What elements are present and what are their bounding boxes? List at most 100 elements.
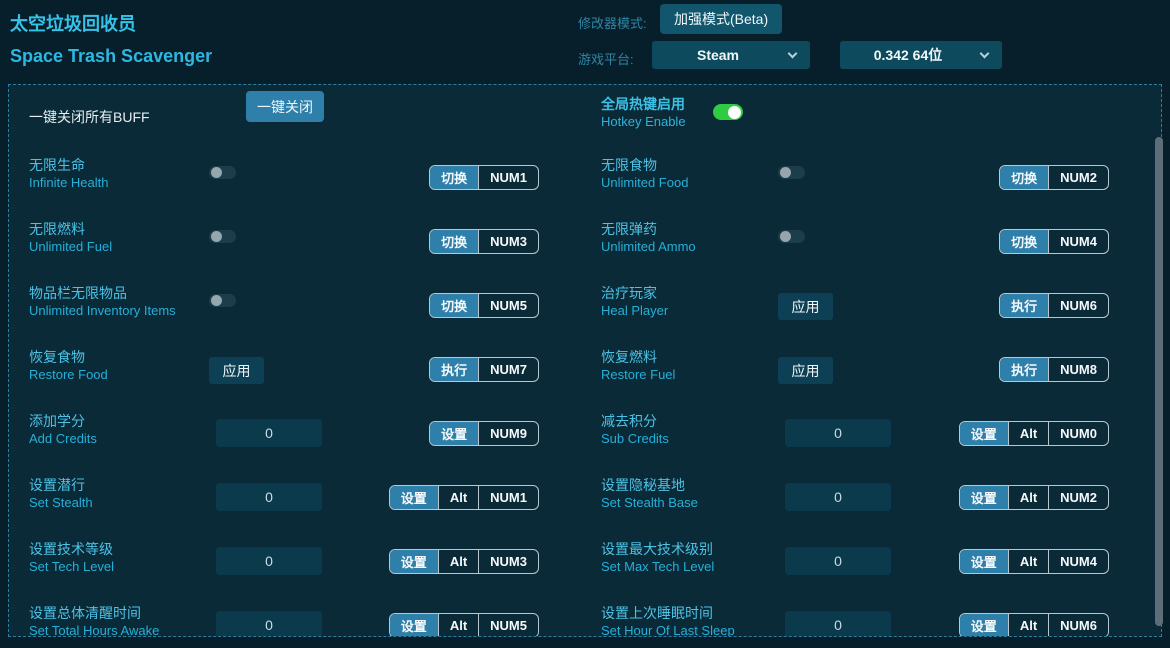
hotkey-action-segment[interactable]: 切换 — [1000, 230, 1048, 253]
hotkey-action-segment[interactable]: 设置 — [390, 614, 438, 637]
hotkey-action-segment[interactable]: 设置 — [960, 422, 1008, 445]
toggle-unlimited-food[interactable] — [778, 166, 805, 179]
feature-row-set-total-hours-awake: 设置总体清醒时间Set Total Hours Awake设置AltNUM5 — [9, 597, 585, 637]
input-add-credits[interactable] — [216, 419, 322, 447]
toggle-infinite-health[interactable] — [209, 166, 236, 179]
hotkey-infinite-health: 切换NUM1 — [429, 165, 539, 190]
hotkey-key-segment[interactable]: NUM6 — [1048, 294, 1108, 317]
hotkey-key-segment[interactable]: NUM4 — [1048, 550, 1108, 573]
game-platform-label: 游戏平台: — [578, 49, 634, 68]
toggle-unlimited-inventory-items[interactable] — [209, 294, 236, 307]
feature-row-heal-player: 治疗玩家Heal Player应用执行NUM6 — [585, 277, 1161, 341]
input-set-total-hours-awake[interactable] — [216, 611, 322, 637]
hotkey-key-segment[interactable]: NUM6 — [1048, 614, 1108, 637]
feature-label-zh: 设置潜行 — [29, 475, 85, 495]
toggle-knob — [211, 231, 222, 242]
hotkey-modifier-segment[interactable]: Alt — [1008, 614, 1048, 637]
apply-button-heal-player[interactable]: 应用 — [778, 293, 833, 320]
version-select[interactable]: 0.342 64位 — [840, 41, 1002, 69]
feature-label-en: Unlimited Food — [601, 175, 688, 190]
input-set-stealth[interactable] — [216, 483, 322, 511]
hotkey-modifier-segment[interactable]: Alt — [438, 486, 478, 509]
feature-label-zh: 恢复燃料 — [601, 347, 657, 367]
hotkey-action-segment[interactable]: 切换 — [430, 294, 478, 317]
feature-label-en: Unlimited Inventory Items — [29, 303, 176, 318]
feature-row-infinite-health: 无限生命Infinite Health切换NUM1 — [9, 149, 585, 213]
version-select-value: 0.342 64位 — [874, 45, 969, 65]
hotkey-unlimited-inventory-items: 切换NUM5 — [429, 293, 539, 318]
input-set-stealth-base[interactable] — [785, 483, 891, 511]
feature-row-set-hour-of-last-sleep: 设置上次睡眠时间Set Hour Of Last Sleep设置AltNUM6 — [585, 597, 1161, 637]
hotkey-key-segment[interactable]: NUM2 — [1048, 486, 1108, 509]
hotkey-modifier-segment[interactable]: Alt — [1008, 422, 1048, 445]
hotkey-key-segment[interactable]: NUM5 — [478, 614, 538, 637]
hotkey-action-segment[interactable]: 设置 — [960, 486, 1008, 509]
hotkey-key-segment[interactable]: NUM8 — [1048, 358, 1108, 381]
feature-label-en: Add Credits — [29, 431, 97, 446]
input-sub-credits[interactable] — [785, 419, 891, 447]
hotkey-action-segment[interactable]: 设置 — [430, 422, 478, 445]
hotkey-action-segment[interactable]: 设置 — [390, 550, 438, 573]
feature-row-unlimited-fuel: 无限燃料Unlimited Fuel切换NUM3 — [9, 213, 585, 277]
hotkey-set-stealth-base: 设置AltNUM2 — [959, 485, 1109, 510]
hotkey-action-segment[interactable]: 执行 — [1000, 294, 1048, 317]
hotkey-action-segment[interactable]: 切换 — [430, 230, 478, 253]
feature-row-sub-credits: 减去积分Sub Credits 设置AltNUM0 — [585, 405, 1161, 469]
hotkey-modifier-segment[interactable]: Alt — [438, 550, 478, 573]
hotkey-sub-credits: 设置AltNUM0 — [959, 421, 1109, 446]
feature-label-en: Restore Fuel — [601, 367, 675, 382]
feature-row-set-tech-level: 设置技术等级Set Tech Level设置AltNUM3 — [9, 533, 585, 597]
enhanced-mode-button[interactable]: 加强模式(Beta) — [660, 4, 782, 34]
hotkey-action-segment[interactable]: 执行 — [1000, 358, 1048, 381]
hotkey-key-segment[interactable]: NUM3 — [478, 550, 538, 573]
hotkey-action-segment[interactable]: 执行 — [430, 358, 478, 381]
apply-button-restore-food[interactable]: 应用 — [209, 357, 264, 384]
hotkey-key-segment[interactable]: NUM2 — [1048, 166, 1108, 189]
platform-select[interactable]: Steam — [652, 41, 810, 69]
hotkey-action-segment[interactable]: 切换 — [430, 166, 478, 189]
feature-label-en: Sub Credits — [601, 431, 669, 446]
hotkey-key-segment[interactable]: NUM5 — [478, 294, 538, 317]
trainer-panel: 一键关闭所有BUFF 一键关闭 全局热键启用 Hotkey Enable 无限生… — [8, 84, 1162, 637]
toggle-unlimited-ammo[interactable] — [778, 230, 805, 243]
hotkey-action-segment[interactable]: 设置 — [960, 614, 1008, 637]
hotkey-modifier-segment[interactable]: Alt — [438, 614, 478, 637]
feature-label-zh: 物品栏无限物品 — [29, 283, 127, 303]
hotkey-modifier-segment[interactable]: Alt — [1008, 486, 1048, 509]
feature-label-en: Heal Player — [601, 303, 668, 318]
input-set-hour-of-last-sleep[interactable] — [785, 611, 891, 637]
feature-row-set-max-tech-level: 设置最大技术级别Set Max Tech Level设置AltNUM4 — [585, 533, 1161, 597]
feature-row-set-stealth-base: 设置隐秘基地Set Stealth Base设置AltNUM2 — [585, 469, 1161, 533]
close-all-buff-button[interactable]: 一键关闭 — [246, 91, 324, 122]
hotkey-restore-food: 执行NUM7 — [429, 357, 539, 382]
hotkey-action-segment[interactable]: 设置 — [390, 486, 438, 509]
toggle-unlimited-fuel[interactable] — [209, 230, 236, 243]
feature-label-zh: 恢复食物 — [29, 347, 85, 367]
feature-row-restore-fuel: 恢复燃料Restore Fuel 应用 执行NUM8 — [585, 341, 1161, 405]
hotkey-key-segment[interactable]: NUM4 — [1048, 230, 1108, 253]
feature-label-en: Unlimited Fuel — [29, 239, 112, 254]
app-title-en: Space Trash Scavenger — [10, 46, 212, 67]
hotkey-action-segment[interactable]: 切换 — [1000, 166, 1048, 189]
toggle-knob — [211, 295, 222, 306]
apply-button-restore-fuel[interactable]: 应用 — [778, 357, 833, 384]
hotkey-key-segment[interactable]: NUM7 — [478, 358, 538, 381]
hotkey-key-segment[interactable]: NUM1 — [478, 486, 538, 509]
scrollbar-thumb[interactable] — [1155, 137, 1163, 626]
feature-label-zh: 减去积分 — [601, 411, 657, 431]
chevron-down-icon — [788, 49, 798, 59]
hotkey-set-tech-level: 设置AltNUM3 — [389, 549, 539, 574]
hotkey-action-segment[interactable]: 设置 — [960, 550, 1008, 573]
input-set-max-tech-level[interactable] — [785, 547, 891, 575]
hotkey-enable-toggle[interactable] — [713, 104, 743, 120]
input-set-tech-level[interactable] — [216, 547, 322, 575]
hotkey-key-segment[interactable]: NUM0 — [1048, 422, 1108, 445]
hotkey-key-segment[interactable]: NUM3 — [478, 230, 538, 253]
feature-row-restore-food: 恢复食物Restore Food 应用 执行NUM7 — [9, 341, 585, 405]
hotkey-modifier-segment[interactable]: Alt — [1008, 550, 1048, 573]
feature-label-en: Restore Food — [29, 367, 108, 382]
hotkey-set-stealth: 设置AltNUM1 — [389, 485, 539, 510]
feature-label-zh: 设置技术等级 — [29, 539, 113, 559]
hotkey-key-segment[interactable]: NUM9 — [478, 422, 538, 445]
hotkey-key-segment[interactable]: NUM1 — [478, 166, 538, 189]
